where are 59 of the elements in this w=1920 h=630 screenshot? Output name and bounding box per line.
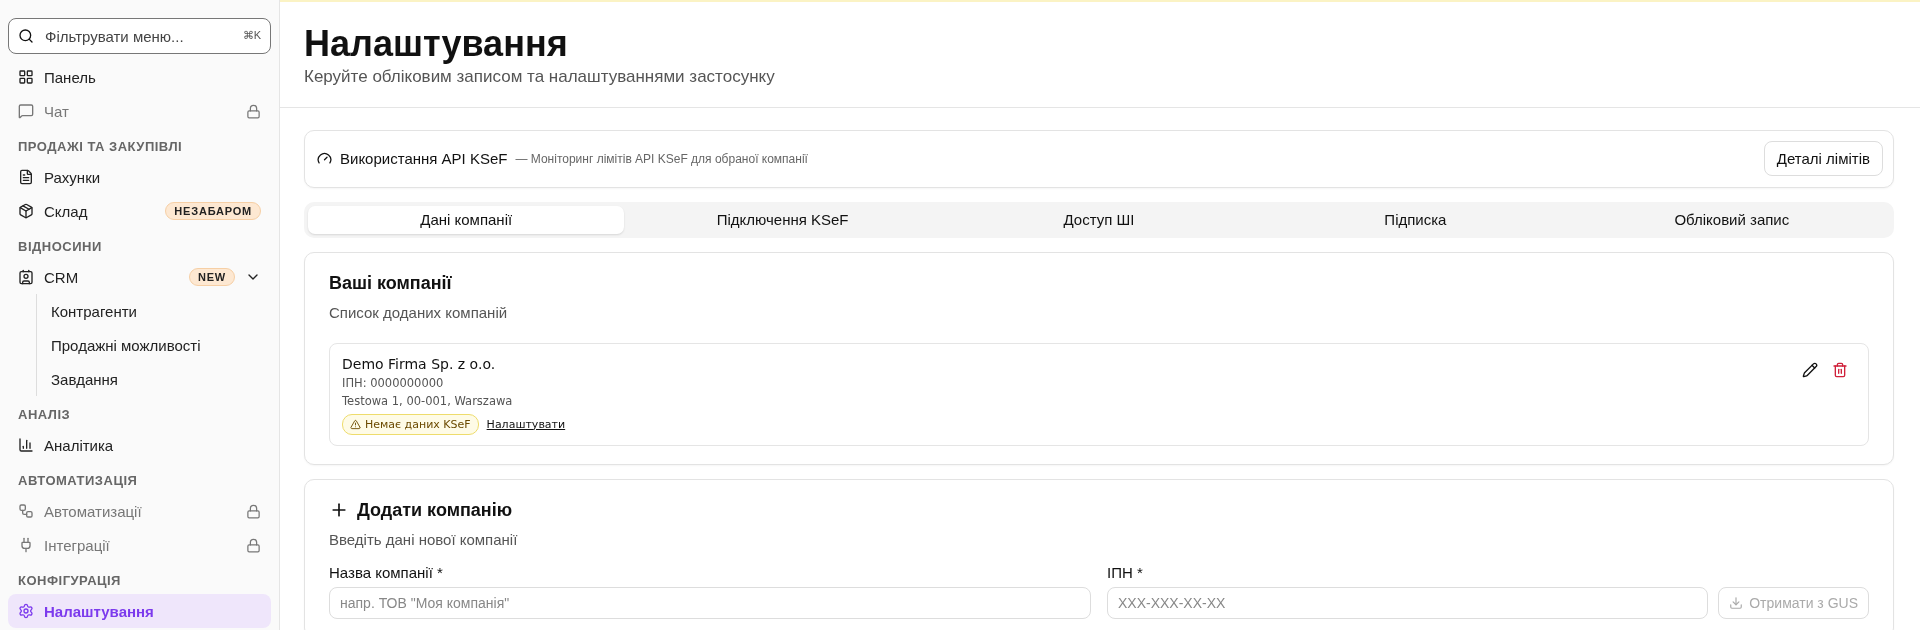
download-icon (1729, 595, 1744, 610)
field-label: Назва компанії * (329, 563, 444, 581)
menu-icon (18, 203, 34, 219)
card-title: Додати компанію (357, 499, 513, 521)
menu-icon (18, 69, 34, 85)
company-address: Testowa 1, 00-001, Warszawa (342, 393, 514, 408)
menu-icon (18, 103, 34, 119)
lock-icon (246, 103, 261, 119)
warning-badge: Немає даних KSeF (342, 413, 479, 435)
field-label: ІПН * (1107, 563, 1144, 581)
tab[interactable]: Обліковий запис (1573, 205, 1891, 234)
company-tax-id: ІПН: 0000000000 (342, 375, 445, 390)
search-icon (18, 28, 34, 44)
sidebar-item[interactable]: Панель (8, 60, 271, 94)
card-subtitle: Введіть дані нової компанії (329, 530, 519, 548)
menu-icon (18, 503, 34, 519)
input-field[interactable]: напр. ТОВ "Моя компанія" (329, 586, 1091, 619)
badge: НЕЗАБАРОМ (165, 202, 261, 220)
section-heading: КОНФІГУРАЦІЯ (17, 572, 122, 590)
menu-icon (18, 269, 34, 285)
limits-details-button[interactable]: Деталі лімітів (1763, 141, 1883, 177)
sidebar-subitem[interactable]: Контрагенти (45, 294, 271, 328)
menu-icon (18, 437, 34, 453)
input-field[interactable]: XXX-XXX-XX-XX (1107, 586, 1709, 619)
tab[interactable]: Підключення KSeF (624, 205, 941, 234)
card-title: Ваші компанії (329, 272, 453, 294)
sidebar-item[interactable]: Автоматизації (8, 494, 271, 528)
badge: NEW (188, 268, 235, 286)
edit-icon[interactable] (1802, 361, 1818, 378)
sidebar-subitem[interactable]: Завдання (45, 362, 271, 396)
section-heading: АНАЛІЗ (17, 406, 72, 424)
menu-icon (18, 603, 34, 619)
section-heading: АВТОМАТИЗАЦІЯ (17, 472, 139, 490)
section-heading: ВІДНОСИНИ (17, 238, 103, 256)
page-title: Налаштування (304, 24, 569, 64)
card-title: Використання API KSeF (340, 150, 508, 168)
sidebar-item[interactable]: Рахунки (8, 160, 271, 194)
tab[interactable]: Доступ ШІ (940, 205, 1258, 234)
section-heading: ПРОДАЖІ ТА ЗАКУПІВЛІ (17, 138, 184, 156)
lock-icon (246, 503, 261, 519)
configure-link[interactable]: Налаштувати (486, 417, 566, 431)
sidebar-subitem[interactable]: Продажні можливості (45, 328, 271, 362)
menu-icon (18, 169, 34, 185)
sidebar-item[interactable]: CRM NEW (8, 260, 271, 294)
shortcut-hint: ⌘K (242, 29, 261, 42)
sidebar-item[interactable]: Аналітика (8, 428, 271, 462)
tab[interactable]: Дані компанії (308, 205, 625, 234)
company-name: Demo Firma Sp. z o.o. (342, 355, 497, 372)
delete-icon[interactable] (1832, 361, 1848, 378)
sidebar-item[interactable]: Налаштування (8, 594, 271, 628)
sidebar-item[interactable]: Чат (8, 94, 271, 128)
card-subtitle: Список доданих компаній (329, 303, 509, 321)
card-description: — Моніторинг лімітів API KSeF для обраної компанії (515, 151, 809, 166)
sidebar-item[interactable]: Інтеграції (8, 528, 271, 562)
sidebar-item[interactable]: Склад НЕЗАБАРОМ (8, 194, 271, 228)
lock-icon (246, 537, 261, 553)
menu-icon (18, 537, 34, 553)
tab[interactable]: Підписка (1257, 205, 1574, 234)
page-subtitle: Керуйте обліковим записом та налаштуваннями застосунку (304, 66, 776, 87)
